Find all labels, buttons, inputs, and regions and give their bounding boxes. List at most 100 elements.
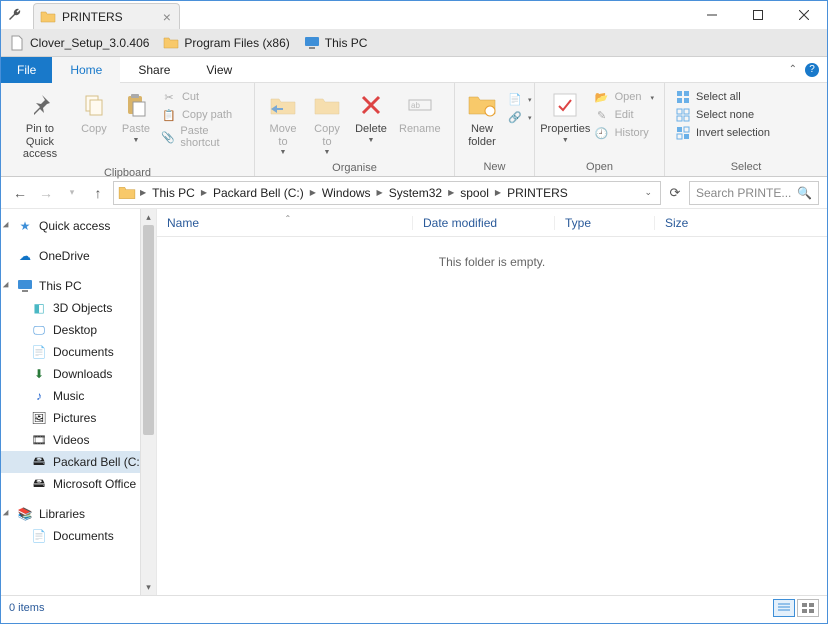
documents-icon: 📄 bbox=[31, 528, 47, 544]
nav-3d-objects[interactable]: ◧3D Objects bbox=[1, 297, 156, 319]
new-folder-icon bbox=[466, 89, 498, 121]
select-none-button[interactable]: Select none bbox=[675, 107, 770, 123]
delete-button[interactable]: Delete▼ bbox=[349, 87, 393, 146]
search-icon: 🔍 bbox=[797, 186, 812, 200]
history-button[interactable]: 🕘History bbox=[594, 125, 654, 141]
properties-button[interactable]: Properties▼ bbox=[541, 87, 590, 146]
delete-icon bbox=[355, 89, 387, 121]
ribbon-tabs: File Home Share View ⌃ ? bbox=[1, 57, 827, 83]
crumb[interactable]: spool bbox=[456, 186, 493, 200]
group-label: New bbox=[455, 161, 534, 176]
copy-button[interactable]: Copy bbox=[73, 87, 115, 138]
nav-quick-access[interactable]: ★Quick access bbox=[1, 215, 156, 237]
share-tab[interactable]: Share bbox=[120, 57, 188, 83]
crumb[interactable]: Windows bbox=[318, 186, 375, 200]
paste-button[interactable]: Paste ▼ bbox=[115, 87, 157, 146]
forward-button[interactable]: → bbox=[35, 182, 57, 204]
search-input[interactable]: Search PRINTE... 🔍 bbox=[689, 181, 819, 205]
rename-icon: ab bbox=[404, 89, 436, 121]
wrench-icon[interactable] bbox=[1, 1, 29, 29]
nav-documents[interactable]: 📄Documents bbox=[1, 341, 156, 363]
scroll-thumb[interactable] bbox=[143, 225, 154, 435]
refresh-button[interactable]: ⟳ bbox=[665, 185, 685, 201]
nav-this-pc[interactable]: This PC bbox=[1, 275, 156, 297]
music-icon: ♪ bbox=[31, 388, 47, 404]
back-button[interactable]: ← bbox=[9, 182, 31, 204]
recent-dropdown[interactable]: ▾ bbox=[61, 182, 83, 204]
view-tab[interactable]: View bbox=[188, 57, 250, 83]
status-bar: 0 items bbox=[1, 595, 827, 619]
copy-to-icon bbox=[311, 89, 343, 121]
videos-icon: 🎞 bbox=[31, 432, 47, 448]
home-tab[interactable]: Home bbox=[52, 57, 120, 83]
help-icon[interactable]: ? bbox=[805, 63, 819, 77]
bookmark-item[interactable]: Program Files (x86) bbox=[163, 35, 289, 51]
paste-shortcut-button[interactable]: 📎Paste shortcut bbox=[161, 125, 244, 149]
col-type[interactable]: Type bbox=[554, 216, 654, 230]
copy-to-button[interactable]: Copy to▼ bbox=[305, 87, 349, 158]
minimize-button[interactable] bbox=[689, 1, 735, 29]
new-folder-button[interactable]: New folder bbox=[461, 87, 503, 150]
crumb[interactable]: System32 bbox=[385, 186, 446, 200]
folder-icon bbox=[40, 9, 56, 25]
open-button[interactable]: 📂Open▾ bbox=[594, 89, 654, 105]
pc-icon bbox=[304, 35, 320, 51]
maximize-button[interactable] bbox=[735, 1, 781, 29]
new-item-button[interactable]: 📄▾ bbox=[507, 91, 532, 107]
address-dropdown-icon[interactable]: ⌄ bbox=[638, 187, 658, 198]
paste-icon bbox=[120, 89, 152, 121]
icons-view-button[interactable] bbox=[797, 599, 819, 617]
cut-icon: ✂ bbox=[161, 89, 177, 105]
copy-path-button[interactable]: 📋Copy path bbox=[161, 107, 244, 123]
paste-shortcut-icon: 📎 bbox=[161, 129, 175, 145]
nav-pictures[interactable]: 🖼Pictures bbox=[1, 407, 156, 429]
libraries-icon: 📚 bbox=[17, 506, 33, 522]
breadcrumb[interactable]: ▶ This PC▶ Packard Bell (C:)▶ Windows▶ S… bbox=[113, 181, 661, 205]
nav-videos[interactable]: 🎞Videos bbox=[1, 429, 156, 451]
details-view-button[interactable] bbox=[773, 599, 795, 617]
tab-title: PRINTERS bbox=[62, 10, 123, 24]
nav-onedrive[interactable]: ☁OneDrive bbox=[1, 245, 156, 267]
col-size[interactable]: Size bbox=[654, 216, 698, 230]
navigation-pane: ★Quick access ☁OneDrive This PC ◧3D Obje… bbox=[1, 209, 157, 595]
bookmark-label: This PC bbox=[325, 36, 368, 50]
nav-lib-documents[interactable]: 📄Documents bbox=[1, 525, 156, 547]
nav-libraries[interactable]: 📚Libraries bbox=[1, 503, 156, 525]
rename-button[interactable]: ab Rename bbox=[393, 87, 447, 138]
crumb[interactable]: Packard Bell (C:) bbox=[209, 186, 308, 200]
pin-quick-access-button[interactable]: Pin to Quick access bbox=[7, 87, 73, 163]
bookmark-item[interactable]: This PC bbox=[304, 35, 368, 51]
up-button[interactable]: ↑ bbox=[87, 182, 109, 204]
nav-microsoft-office[interactable]: 🖴Microsoft Office bbox=[1, 473, 156, 495]
file-tab[interactable]: File bbox=[1, 57, 52, 83]
edit-button[interactable]: ✎Edit bbox=[594, 107, 654, 123]
easy-access-button[interactable]: 🔗▾ bbox=[507, 109, 532, 125]
invert-selection-button[interactable]: Invert selection bbox=[675, 125, 770, 141]
nav-music[interactable]: ♪Music bbox=[1, 385, 156, 407]
nav-scrollbar[interactable]: ▴ ▾ bbox=[140, 209, 156, 595]
group-label: Select bbox=[665, 161, 827, 176]
star-icon: ★ bbox=[17, 218, 33, 234]
select-all-button[interactable]: Select all bbox=[675, 89, 770, 105]
move-to-button[interactable]: Move to▼ bbox=[261, 87, 305, 158]
col-date[interactable]: Date modified bbox=[412, 216, 554, 230]
crumb[interactable]: PRINTERS bbox=[503, 186, 572, 200]
open-icon: 📂 bbox=[594, 89, 610, 105]
item-count: 0 items bbox=[9, 602, 44, 614]
collapse-ribbon-icon[interactable]: ⌃ bbox=[789, 64, 797, 75]
scroll-down-icon[interactable]: ▾ bbox=[141, 579, 156, 595]
pin-icon bbox=[24, 89, 56, 121]
close-tab-icon[interactable]: × bbox=[163, 9, 171, 25]
search-placeholder: Search PRINTE... bbox=[696, 186, 791, 200]
scroll-up-icon[interactable]: ▴ bbox=[141, 209, 156, 225]
nav-packard-bell-c[interactable]: 🖴Packard Bell (C:) bbox=[1, 451, 156, 473]
bookmark-item[interactable]: Clover_Setup_3.0.406 bbox=[9, 35, 149, 51]
close-button[interactable] bbox=[781, 1, 827, 29]
nav-desktop[interactable]: 🖵Desktop bbox=[1, 319, 156, 341]
crumb[interactable]: This PC bbox=[148, 186, 199, 200]
window-controls bbox=[689, 1, 827, 29]
cut-button[interactable]: ✂Cut bbox=[161, 89, 244, 105]
browser-tab[interactable]: PRINTERS × bbox=[33, 3, 180, 29]
nav-downloads[interactable]: ⬇Downloads bbox=[1, 363, 156, 385]
col-name[interactable]: Name⌃ bbox=[157, 216, 412, 230]
